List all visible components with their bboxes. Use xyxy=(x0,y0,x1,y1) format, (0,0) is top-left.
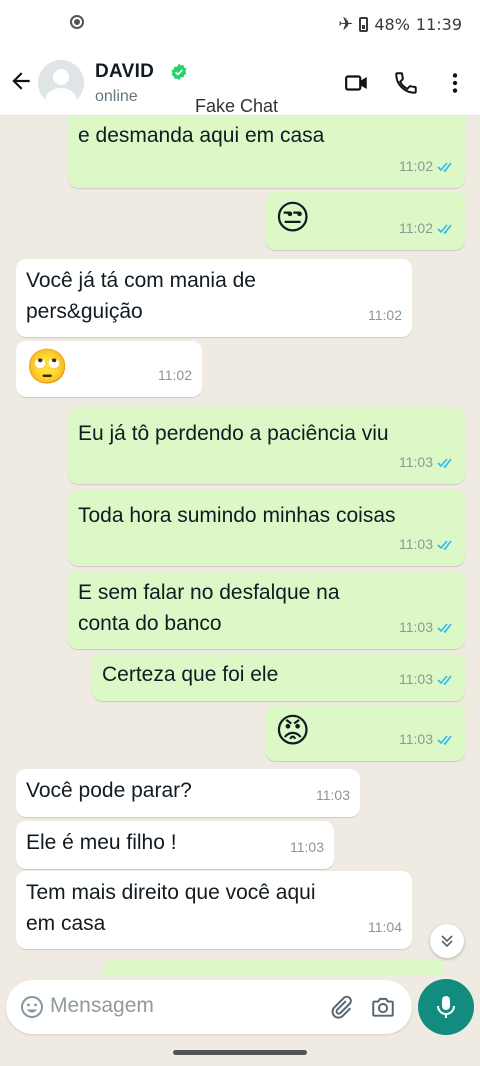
verified-badge-icon xyxy=(171,63,187,81)
message-outgoing[interactable]: Certeza que foi ele 11:03 xyxy=(92,653,465,701)
message-meta: 11:04 xyxy=(368,912,402,943)
message-composer[interactable]: Mensagem xyxy=(6,980,412,1034)
video-call-icon[interactable] xyxy=(344,70,370,96)
message-time: 11:02 xyxy=(158,367,192,383)
attach-icon[interactable] xyxy=(328,994,354,1020)
scroll-down-button[interactable] xyxy=(430,924,464,958)
message-time: 11:03 xyxy=(399,731,433,747)
message-text: e desmanda aqui em casa xyxy=(78,124,325,147)
emoji-icon[interactable] xyxy=(20,995,44,1019)
avatar-head xyxy=(53,69,69,85)
camera-icon[interactable] xyxy=(370,994,396,1020)
message-meta: 11:03 xyxy=(316,780,350,811)
avatar-body xyxy=(45,88,77,106)
message-outgoing[interactable]: E sem falar no desfalque na conta do ban… xyxy=(68,571,465,649)
message-incoming[interactable]: Tem mais direito que você aqui em casa 1… xyxy=(16,871,412,949)
message-time: 11:03 xyxy=(399,671,433,687)
message-time: 11:03 xyxy=(399,454,433,470)
message-meta: 11:02 xyxy=(399,213,455,244)
message-time: 11:02 xyxy=(399,158,433,174)
read-receipt-icon xyxy=(437,162,452,172)
message-time: 11:03 xyxy=(316,787,350,803)
camera-indicator-icon xyxy=(70,15,84,29)
message-time: 11:03 xyxy=(290,839,324,855)
message-time: 11:02 xyxy=(368,307,402,323)
read-receipt-icon xyxy=(437,540,452,550)
read-receipt-icon xyxy=(437,224,452,234)
message-time: 11:03 xyxy=(399,536,433,552)
back-arrow-icon[interactable] xyxy=(8,68,34,94)
message-meta: 11:02 xyxy=(399,151,455,182)
message-outgoing-partial[interactable] xyxy=(104,959,444,976)
avatar[interactable] xyxy=(38,60,84,106)
mic-button[interactable] xyxy=(418,979,474,1035)
mic-icon xyxy=(437,996,455,1018)
status-right: ✈ 48% 11:39 xyxy=(338,14,462,35)
message-meta: 11:02 xyxy=(158,360,192,391)
more-options-icon[interactable] xyxy=(442,70,468,96)
message-outgoing[interactable]: Toda hora sumindo minhas coisas 11:03 xyxy=(68,490,465,566)
message-meta: 11:02 xyxy=(368,300,402,331)
home-indicator[interactable] xyxy=(173,1050,307,1055)
clock: 11:39 xyxy=(415,15,462,34)
message-incoming[interactable]: Você já tá com mania de pers&guição 11:0… xyxy=(16,259,412,337)
message-text: Eu já tô perdendo a paciência viu xyxy=(78,422,389,445)
message-text: Toda hora sumindo minhas coisas xyxy=(78,504,396,527)
message-meta: 11:03 xyxy=(399,447,455,478)
chat-area[interactable]: e desmanda aqui em casa 11:02 😒 11:02 Vo… xyxy=(0,116,480,976)
message-meta: 11:03 xyxy=(290,832,324,863)
read-receipt-icon xyxy=(437,458,452,468)
contact-name[interactable]: DAVID xyxy=(95,61,154,83)
message-incoming[interactable]: 🙄 11:02 xyxy=(16,341,202,397)
message-incoming[interactable]: Você pode parar? 11:03 xyxy=(16,769,360,817)
message-incoming[interactable]: Ele é meu filho ! 11:03 xyxy=(16,821,334,869)
message-text: Você já tá com mania de pers&guição xyxy=(26,269,256,323)
read-receipt-icon xyxy=(437,735,452,745)
message-text: Você pode parar? xyxy=(26,779,192,802)
watermark: Fake Chat xyxy=(195,96,279,116)
contact-status: online xyxy=(95,88,138,105)
message-outgoing[interactable]: 😒 11:02 xyxy=(265,192,465,250)
status-bar: ✈ 48% 11:39 xyxy=(0,0,480,50)
message-meta: 11:03 xyxy=(399,612,455,643)
scroll-down-icon xyxy=(441,935,453,948)
message-time: 11:02 xyxy=(399,220,433,236)
message-text: Ele é meu filho ! xyxy=(26,831,177,854)
message-meta: 11:03 xyxy=(399,529,455,560)
read-receipt-icon xyxy=(437,675,452,685)
message-outgoing[interactable]: 😡 11:03 xyxy=(265,705,465,761)
battery-level: 48% xyxy=(374,15,410,34)
message-outgoing[interactable]: e desmanda aqui em casa 11:02 xyxy=(68,116,465,188)
read-receipt-icon xyxy=(437,623,452,633)
battery-icon xyxy=(359,17,369,32)
message-text: Tem mais direito que você aqui em casa xyxy=(26,881,316,935)
airplane-mode-icon: ✈ xyxy=(338,14,354,35)
message-time: 11:03 xyxy=(399,619,433,635)
message-input[interactable]: Mensagem xyxy=(50,994,154,1018)
message-meta: 11:03 xyxy=(399,724,455,755)
message-time: 11:04 xyxy=(368,919,402,935)
message-outgoing[interactable]: Eu já tô perdendo a paciência viu 11:03 xyxy=(68,408,465,484)
message-meta: 11:03 xyxy=(399,664,455,695)
phone-icon[interactable] xyxy=(393,70,419,96)
